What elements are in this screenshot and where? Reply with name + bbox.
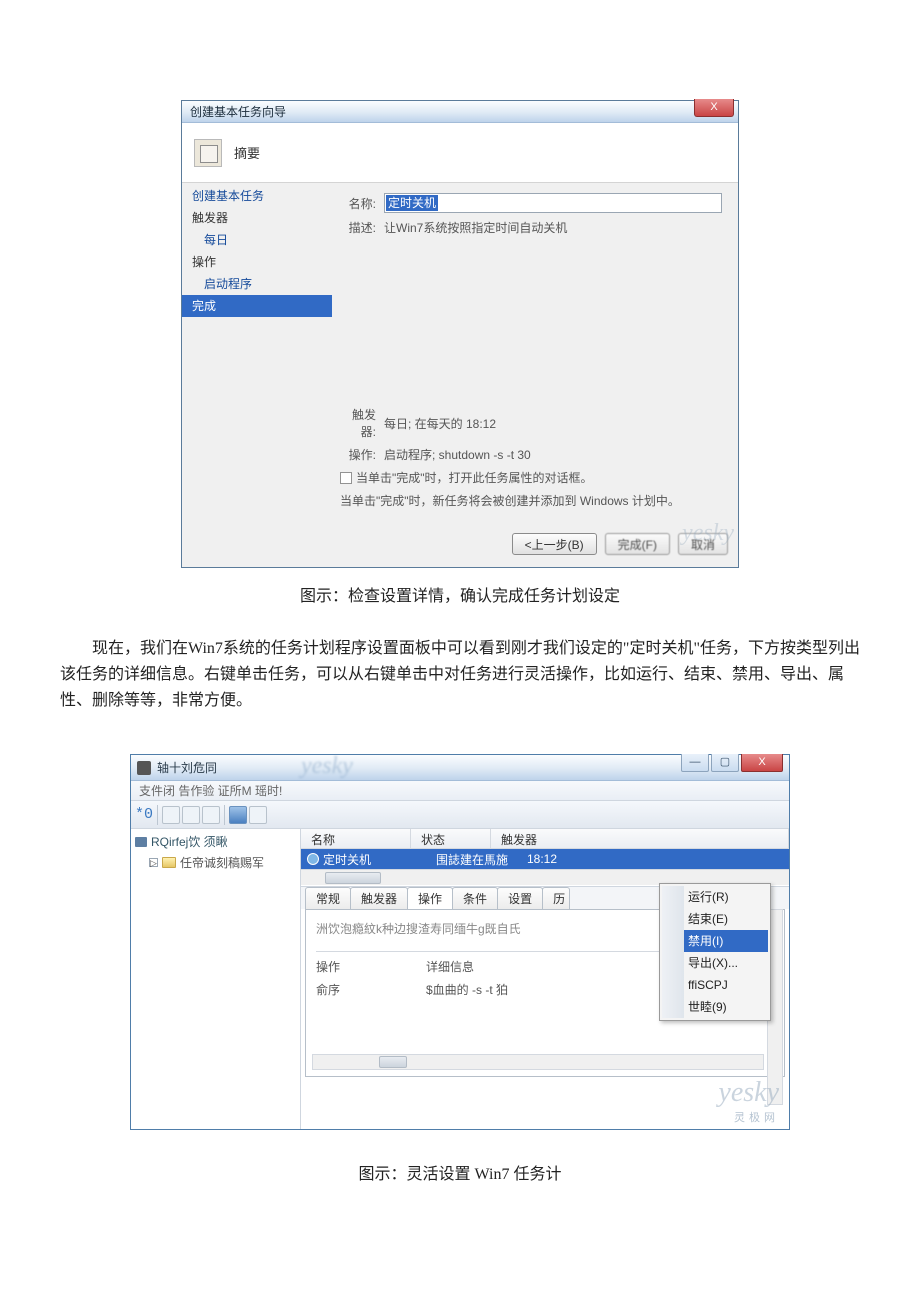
sidebar-create-task[interactable]: 创建基本任务 <box>182 185 332 207</box>
expand-icon[interactable]: ▷ <box>149 858 158 867</box>
toolbar-icon-1[interactable] <box>162 806 180 824</box>
wizard-sidebar: 创建基本任务 触发器 每日 操作 启动程序 完成 <box>182 183 332 523</box>
tree-root[interactable]: RQirfej饮 须瞅 <box>135 833 296 850</box>
wizard-titlebar[interactable]: 创建基本任务向导 X <box>182 101 738 123</box>
create-task-wizard-window: 创建基本任务向导 X 摘要 创建基本任务 触发器 每日 操作 启动程序 完成 名… <box>181 100 739 568</box>
close-button[interactable]: X <box>741 754 783 772</box>
sidebar-action-prog[interactable]: 启动程序 <box>182 273 332 295</box>
label-desc: 描述: <box>338 219 384 236</box>
cancel-button[interactable]: 取消 <box>678 533 728 555</box>
tab-actions[interactable]: 操作 <box>407 887 453 909</box>
name-field[interactable]: 定时关机 <box>384 193 722 213</box>
wizard-header-title: 摘要 <box>234 143 260 162</box>
tab-general[interactable]: 常规 <box>305 887 351 909</box>
tab-conditions[interactable]: 条件 <box>452 887 498 909</box>
action-row-1: 俞序 <box>316 981 426 998</box>
action-col-1: 操作 <box>316 958 426 975</box>
caption-2: 图示：灵活设置 Win7 任务计 <box>60 1160 860 1184</box>
tab-history[interactable]: 历 <box>542 887 570 909</box>
label-action: 操作: <box>338 446 384 463</box>
name-value: 定时关机 <box>386 195 438 211</box>
clock-icon <box>307 853 319 865</box>
row-status: 围誌建在馬施 <box>417 851 527 868</box>
tab-hscroll[interactable] <box>312 1054 764 1070</box>
caption-1: 图示：检查设置详情，确认完成任务计划设定 <box>60 582 860 606</box>
toolbar: *0 <box>131 801 789 829</box>
folder-icon <box>162 857 176 868</box>
wizard-buttons: <上一步(B) 完成(F) 取消 <box>182 523 738 567</box>
titlebar-watermark: yesky <box>301 753 353 780</box>
row-trigger: 18:12 <box>527 852 557 866</box>
minimize-button[interactable]: — <box>681 754 709 772</box>
tab-triggers[interactable]: 触发器 <box>350 887 408 909</box>
scheduler-title: 轴十刘危同 <box>157 759 217 776</box>
right-pane: 名称 状态 触发器 定时关机 围誌建在馬施 18:12 常规 <box>301 829 789 1129</box>
task-list-pane: 名称 状态 触发器 定时关机 围誌建在馬施 18:12 <box>301 829 789 887</box>
trigger-value: 每日; 在每天的 18:12 <box>384 415 722 432</box>
tree-child-label: 任帝诚刻稿赐军 <box>180 854 264 871</box>
label-trigger: 触发器: <box>338 406 384 440</box>
label-name: 名称: <box>338 195 384 212</box>
back-button[interactable]: <上一步(B) <box>512 533 597 555</box>
toolbar-icon-3[interactable] <box>202 806 220 824</box>
sidebar-action[interactable]: 操作 <box>182 251 332 273</box>
finish-button[interactable]: 完成(F) <box>605 533 670 555</box>
tab-settings[interactable]: 设置 <box>497 887 543 909</box>
help-icon[interactable] <box>229 806 247 824</box>
toolbar-icon-5[interactable] <box>249 806 267 824</box>
wizard-header: 摘要 <box>182 123 738 183</box>
row-name: 定时关机 <box>323 851 417 868</box>
desc-value: 让Win7系统按照指定时间自动关机 <box>384 219 722 236</box>
app-icon <box>137 761 151 775</box>
maximize-button[interactable]: ▢ <box>711 754 739 772</box>
sidebar-trigger[interactable]: 触发器 <box>182 207 332 229</box>
task-scheduler-window: 轴十刘危同 yesky — ▢ X 支件闭 告作验 证所M 瑶时! *0 <box>130 754 790 1130</box>
col-status[interactable]: 状态 <box>411 829 491 848</box>
sidebar-trigger-daily[interactable]: 每日 <box>182 229 332 251</box>
action-value: 启动程序; shutdown -s -t 30 <box>384 446 722 463</box>
wizard-note: 当单击"完成"时，新任务将会被创建并添加到 Windows 计划中。 <box>340 492 722 509</box>
wizard-main: 名称: 定时关机 描述: 让Win7系统按照指定时间自动关机 触发器: 每日; … <box>332 183 738 523</box>
context-menu: 运行(R) 结束(E) 禁用(I) 导出(X)... ffiSCPJ 世睦(9) <box>659 883 771 1021</box>
action-row-2: $血曲的 -s -t 狛 <box>426 981 508 998</box>
list-header: 名称 状态 触发器 <box>301 829 789 849</box>
wizard-title: 创建基本任务向导 <box>182 103 286 120</box>
menubar[interactable]: 支件闭 告作验 证所M 瑶时! <box>131 781 789 801</box>
close-button[interactable]: X <box>694 99 734 117</box>
article-paragraph: 现在，我们在Win7系统的任务计划程序设置面板中可以看到刚才我们设定的"定时关机… <box>60 636 860 714</box>
tree-root-label: RQirfej饮 须瞅 <box>151 833 228 850</box>
toolbar-prefix: *0 <box>135 806 153 823</box>
tree-root-icon <box>135 837 147 847</box>
checkbox-label: 当单击"完成"时，打开此任务属性的对话框。 <box>356 469 593 486</box>
task-row[interactable]: 定时关机 围誌建在馬施 18:12 <box>301 849 789 869</box>
tree-child[interactable]: ▷ 任帝诚刻稿赐军 <box>135 854 296 871</box>
menubar-text: 支件闭 告作验 证所M 瑶时! <box>139 782 282 799</box>
summary-icon <box>194 139 222 167</box>
toolbar-icon-2[interactable] <box>182 806 200 824</box>
col-name[interactable]: 名称 <box>301 829 411 848</box>
action-col-2: 详细信息 <box>426 958 474 975</box>
open-properties-checkbox[interactable] <box>340 472 352 484</box>
sidebar-finish[interactable]: 完成 <box>182 295 332 317</box>
tree-pane: RQirfej饮 须瞅 ▷ 任帝诚刻稿赐军 <box>131 829 301 1129</box>
scheduler-titlebar[interactable]: 轴十刘危同 yesky — ▢ X <box>131 755 789 781</box>
col-trigger[interactable]: 触发器 <box>491 829 789 848</box>
